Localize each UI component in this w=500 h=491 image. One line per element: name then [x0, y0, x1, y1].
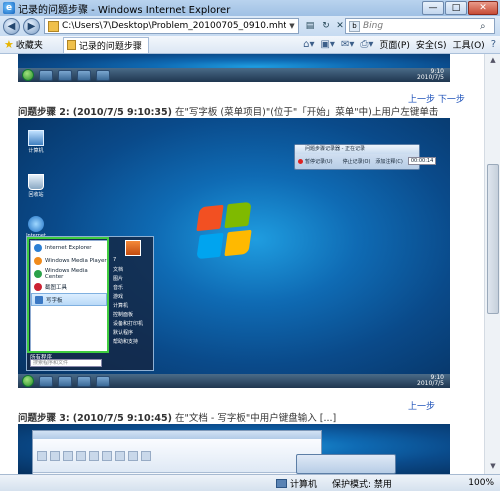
- compatibility-icon[interactable]: ▤: [302, 19, 318, 33]
- desktop-icon-recycle-bin: 回收站: [26, 174, 46, 198]
- zone-indicator: 计算机: [276, 477, 317, 490]
- search-box[interactable]: b Bing ⌕: [345, 18, 495, 34]
- scroll-thumb[interactable]: [487, 164, 499, 314]
- window-title: 记录的问题步骤 - Windows Internet Explorer: [18, 4, 231, 16]
- page-icon: [48, 20, 59, 32]
- stop-record-button[interactable]: 停止记录(O): [343, 158, 371, 165]
- step2-screenshot: 计算机 回收站 Internet Explorer 问题步骤记录器 - 正在记录…: [18, 118, 450, 388]
- bing-icon: b: [349, 20, 360, 32]
- ie-desktop-icon: [28, 216, 44, 232]
- address-row: ◀ ▶ C:\Users\7\Desktop\Problem_20100705_…: [0, 16, 500, 36]
- favorites-button[interactable]: ★ 收藏夹: [4, 38, 43, 51]
- taskbar: 9:10 2010/7/5: [18, 68, 450, 82]
- address-bar[interactable]: C:\Users\7\Desktop\Problem_20100705_0910…: [44, 18, 299, 34]
- safety-menu[interactable]: 安全(S): [416, 38, 447, 51]
- address-url[interactable]: C:\Users\7\Desktop\Problem_20100705_0910…: [62, 21, 286, 31]
- click-highlight: [27, 237, 109, 353]
- title-bar: e 记录的问题步骤 - Windows Internet Explorer — …: [0, 0, 500, 16]
- problem-steps-recorder-window: 问题步骤记录器 - 正在记录 暂停记录(U) 停止记录(O) 添加注释(C) 0…: [294, 144, 437, 170]
- tab-page-icon: [66, 40, 76, 50]
- page-content: 9:10 2010/7/5 上一步 下一步 问题步骤 2: (2010/7/5 …: [0, 54, 484, 474]
- tools-menu[interactable]: 工具(O): [453, 38, 485, 51]
- command-buttons: ⌂▾ ▣▾ ✉▾ ⎙▾ 页面(P) 安全(S) 工具(O) ?: [297, 38, 496, 51]
- print-icon[interactable]: ⎙▾: [360, 39, 373, 50]
- feeds-icon[interactable]: ▣▾: [320, 39, 334, 50]
- search-placeholder[interactable]: Bing: [363, 21, 480, 31]
- forward-button[interactable]: ▶: [23, 17, 40, 35]
- scroll-up-icon[interactable]: ▲: [488, 56, 498, 66]
- taskbar: 9:10 2010/7/5: [18, 374, 450, 388]
- record-icon: [298, 158, 303, 164]
- home-icon[interactable]: ⌂▾: [303, 39, 314, 50]
- browser-tab[interactable]: 记录的问题步骤: [62, 36, 149, 53]
- back-button[interactable]: ◀: [3, 17, 20, 35]
- start-search-input[interactable]: 搜索程序和文件: [30, 359, 102, 367]
- start-orb-icon: [22, 375, 34, 387]
- address-dropdown-icon[interactable]: ▼: [286, 22, 298, 30]
- user-avatar: [125, 240, 141, 256]
- vertical-scrollbar[interactable]: ▲ ▼: [484, 54, 500, 474]
- prev-link[interactable]: 上一步: [408, 399, 435, 412]
- recorder-timer: 00:00:14: [407, 157, 437, 165]
- page-menu[interactable]: 页面(P): [379, 38, 409, 51]
- recorder-title: 问题步骤记录器 - 正在记录: [295, 145, 419, 154]
- minimize-button[interactable]: —: [422, 1, 444, 15]
- search-icon[interactable]: ⌕: [480, 21, 494, 32]
- recycle-bin-icon: [28, 174, 44, 190]
- help-menu[interactable]: ?: [491, 39, 496, 50]
- ie-icon: e: [3, 2, 15, 14]
- step3-title: 问题步骤 3: (2010/7/5 9:10:45) 在"文档 - 写字板"中用…: [18, 413, 337, 424]
- tray-clock: 9:10 2010/7/5: [417, 374, 444, 387]
- computer-zone-icon: [276, 478, 287, 488]
- wordpad-window: [32, 430, 322, 474]
- favorites-label: 收藏夹: [15, 41, 43, 51]
- close-button[interactable]: ✕: [468, 1, 498, 15]
- star-icon: ★: [4, 38, 14, 51]
- tab-title: 记录的问题步骤: [78, 41, 142, 52]
- maximize-button[interactable]: □: [445, 1, 467, 15]
- computer-icon: [28, 130, 44, 146]
- window-caption-buttons: — □ ✕: [421, 1, 498, 15]
- step1-screenshot: 9:10 2010/7/5: [18, 54, 450, 82]
- problem-steps-recorder-window-small: [296, 454, 396, 474]
- pause-record-button[interactable]: 暂停记录(U): [298, 158, 338, 165]
- step2-title: 问题步骤 2: (2010/7/5 9:10:35) 在"写字板 (菜单项目)"…: [18, 107, 439, 118]
- step3-screenshot: [18, 424, 450, 474]
- tray-clock: 9:10 2010/7/5: [417, 68, 444, 81]
- mail-icon[interactable]: ✉▾: [341, 39, 354, 50]
- start-menu-right-pane: 7 文档 图片 音乐 游戏 计算机 控制面板 设备和打印机 默认程序 帮助和支持: [113, 257, 144, 345]
- zoom-level[interactable]: 100%: [468, 478, 494, 488]
- scroll-down-icon[interactable]: ▼: [488, 462, 498, 472]
- add-comment-button[interactable]: 添加注释(C): [375, 158, 402, 165]
- start-orb-icon: [22, 69, 34, 81]
- wordpad-ribbon: [33, 439, 321, 473]
- protected-mode-indicator[interactable]: 保护模式: 禁用: [332, 477, 392, 490]
- status-bar: 计算机 保护模式: 禁用 100%: [0, 474, 500, 491]
- command-bar: ★ 收藏夹 记录的问题步骤 ⌂▾ ▣▾ ✉▾ ⎙▾ 页面(P) 安全(S) 工具…: [0, 36, 500, 54]
- desktop-icon-computer: 计算机: [26, 130, 46, 154]
